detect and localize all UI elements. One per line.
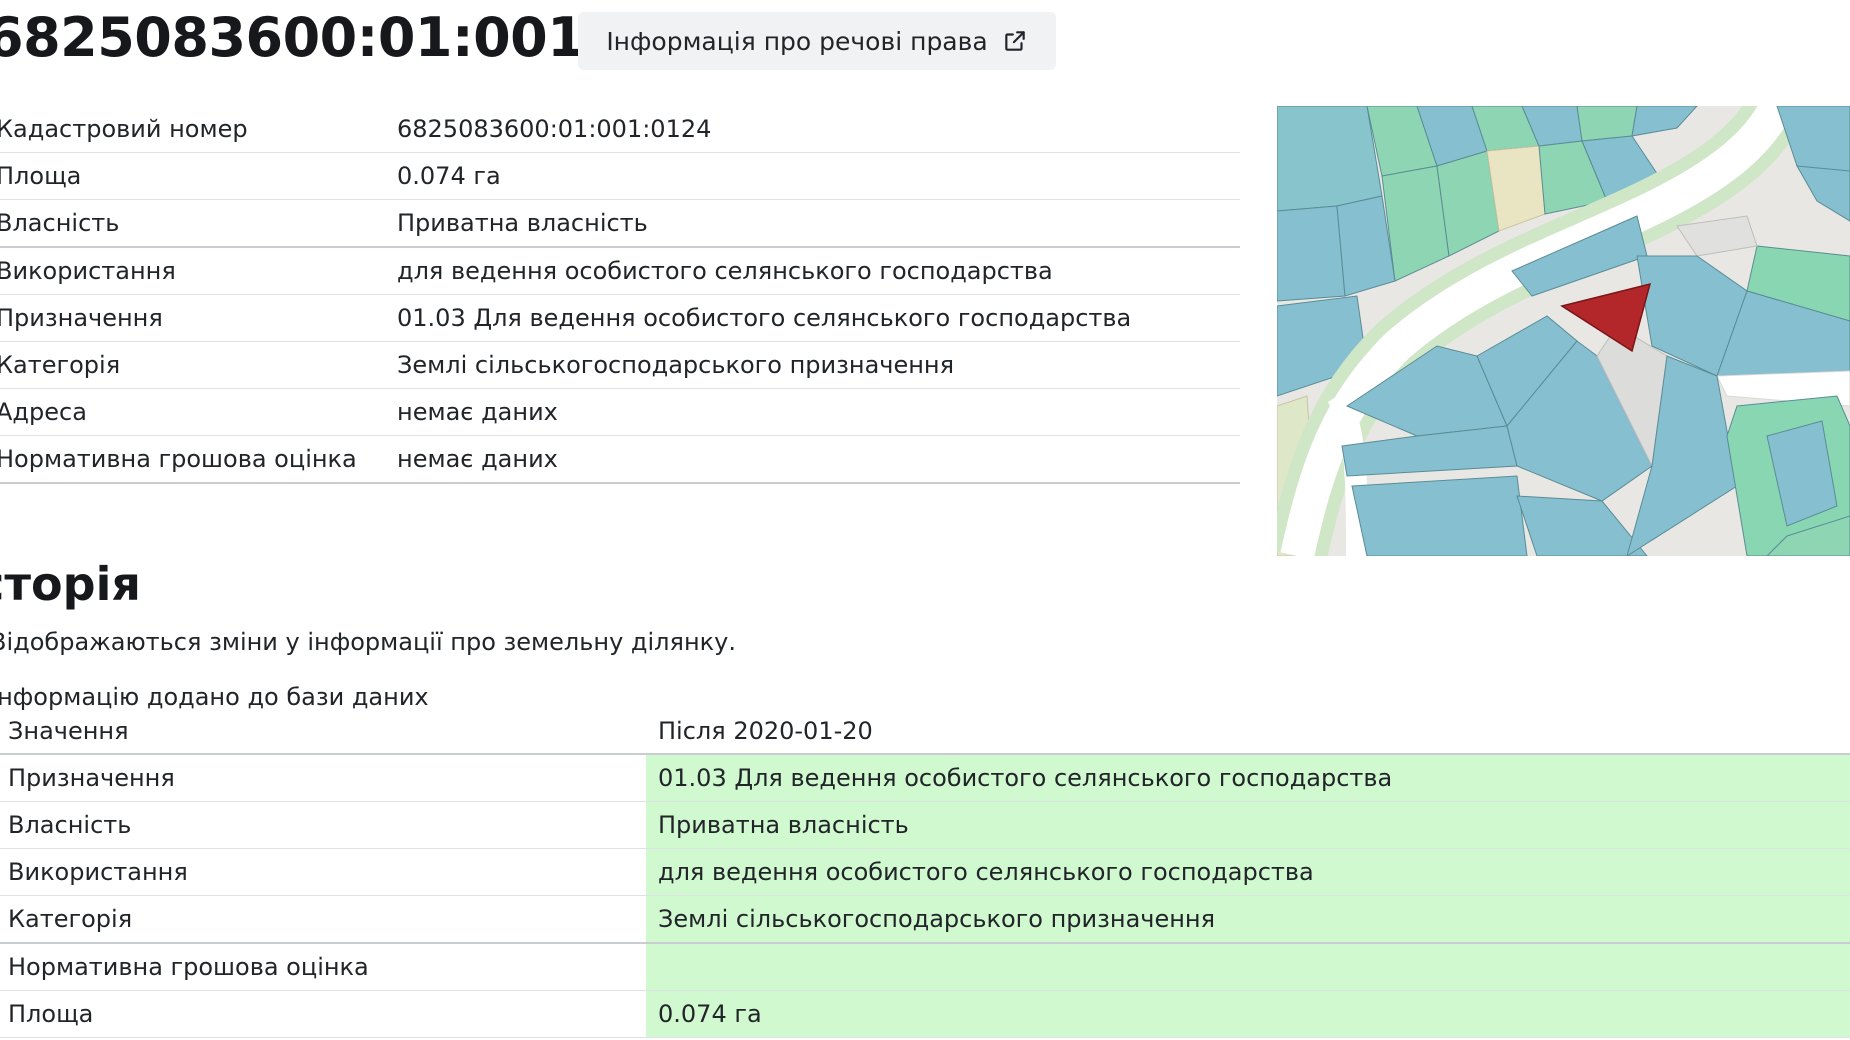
- parcel-info-table: Кадастровий номер 6825083600:01:001:0124…: [0, 106, 1240, 484]
- info-value: 0.074 га: [397, 162, 501, 190]
- info-label: Власність: [0, 209, 120, 237]
- external-link-icon: [1002, 28, 1028, 54]
- info-label: Кадастровий номер: [0, 115, 248, 143]
- info-label: Категорія: [0, 351, 121, 379]
- history-value: Землі сільськогосподарського призначення: [646, 896, 1850, 942]
- history-heading: Історія: [0, 557, 141, 611]
- rights-info-button[interactable]: Інформація про речові права: [578, 12, 1056, 70]
- info-value: Приватна власність: [397, 209, 648, 237]
- info-label: Використання: [0, 257, 176, 285]
- column-header-after: Після 2020-01-20: [658, 717, 873, 745]
- history-field: Призначення: [8, 764, 175, 792]
- page: 6825083600:01:001:0124 Інформація про ре…: [0, 0, 1850, 1040]
- history-description: Відображаються зміни у інформації про зе…: [0, 628, 736, 656]
- info-value: 01.03 Для ведення особистого селянського…: [397, 304, 1132, 332]
- info-value: для ведення особистого селянського госпо…: [397, 257, 1053, 285]
- info-row: Кадастровий номер 6825083600:01:001:0124: [0, 106, 1240, 153]
- history-row: Призначення 01.03 Для ведення особистого…: [0, 755, 1850, 802]
- history-row: Власність Приватна власність: [0, 802, 1850, 849]
- info-row: Площа 0.074 га: [0, 153, 1240, 200]
- history-field: Використання: [8, 858, 188, 886]
- info-row: Категорія Землі сільськогосподарського п…: [0, 342, 1240, 389]
- history-row: Нормативна грошова оцінка: [0, 944, 1850, 991]
- info-row: Власність Приватна власність: [0, 200, 1240, 248]
- info-row: Використання для ведення особистого селя…: [0, 248, 1240, 295]
- info-label: Адреса: [0, 398, 87, 426]
- history-field: Нормативна грошова оцінка: [8, 953, 369, 981]
- info-value: немає даних: [397, 398, 558, 426]
- history-value: для ведення особистого селянського госпо…: [646, 849, 1850, 895]
- info-row: Призначення 01.03 Для ведення особистого…: [0, 295, 1240, 342]
- history-value: 0.074 га: [646, 991, 1850, 1037]
- history-value: [646, 944, 1850, 990]
- info-value: немає даних: [397, 445, 558, 473]
- history-field: Власність: [8, 811, 132, 839]
- rights-info-label: Інформація про речові права: [606, 26, 988, 56]
- history-field: Категорія: [8, 905, 133, 933]
- info-label: Площа: [0, 162, 82, 190]
- info-label: Призначення: [0, 304, 163, 332]
- info-value: 6825083600:01:001:0124: [397, 115, 712, 143]
- history-row: Категорія Землі сільськогосподарського п…: [0, 896, 1850, 944]
- history-value: Приватна власність: [646, 802, 1850, 848]
- info-value: Землі сільськогосподарського призначення: [397, 351, 955, 379]
- info-label: Нормативна грошова оцінка: [0, 445, 357, 473]
- history-table: Значення Після 2020-01-20 Призначення 01…: [0, 708, 1850, 1038]
- history-value: 01.03 Для ведення особистого селянського…: [646, 755, 1850, 801]
- history-row: Використання для ведення особистого селя…: [0, 849, 1850, 896]
- history-table-header: Значення Після 2020-01-20: [0, 708, 1850, 755]
- history-field: Площа: [8, 1000, 94, 1028]
- info-row: Адреса немає даних: [0, 389, 1240, 436]
- info-row: Нормативна грошова оцінка немає даних: [0, 436, 1240, 484]
- parcel-map[interactable]: [1277, 106, 1850, 556]
- column-header-value: Значення: [8, 717, 129, 745]
- history-row: Площа 0.074 га: [0, 991, 1850, 1038]
